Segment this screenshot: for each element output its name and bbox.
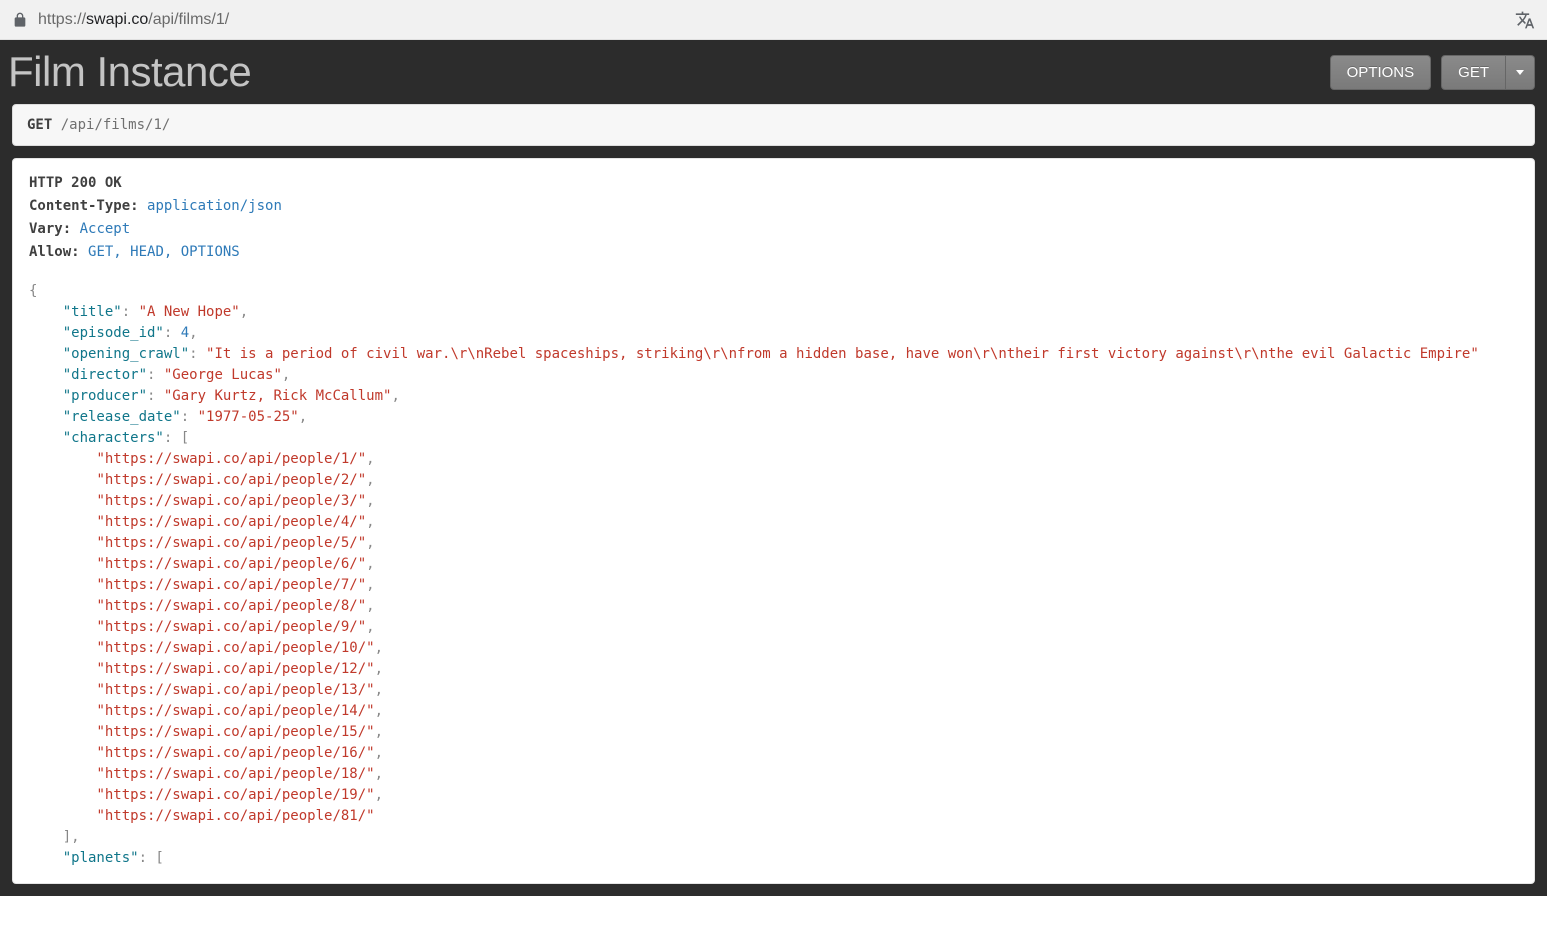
- status-line: HTTP 200 OK: [29, 173, 1518, 194]
- request-line-card: GET /api/films/1/: [12, 104, 1535, 146]
- url-path: /api/films/1/: [148, 11, 229, 28]
- browser-address-bar: https://swapi.co/api/films/1/: [0, 0, 1547, 40]
- get-button[interactable]: GET: [1441, 55, 1506, 90]
- header-allow: Allow: GET, HEAD, OPTIONS: [29, 242, 1518, 263]
- header-content-type: Content-Type: application/json: [29, 196, 1518, 217]
- json-body: { "title": "A New Hope", "episode_id": 4…: [29, 281, 1518, 869]
- get-dropdown-button[interactable]: [1506, 55, 1535, 90]
- request-method: GET: [27, 117, 52, 133]
- chevron-down-icon: [1516, 70, 1524, 75]
- translate-icon[interactable]: [1515, 10, 1535, 30]
- lock-icon: [12, 12, 28, 28]
- response-card: HTTP 200 OK Content-Type: application/js…: [12, 158, 1535, 884]
- url-prefix: https://: [38, 11, 86, 28]
- header-vary: Vary: Accept: [29, 219, 1518, 240]
- page-header: Film Instance OPTIONS GET: [0, 40, 1547, 104]
- header-buttons: OPTIONS GET: [1330, 55, 1535, 90]
- options-button[interactable]: OPTIONS: [1330, 55, 1432, 90]
- request-path: /api/films/1/: [61, 117, 171, 133]
- page-title: Film Instance: [8, 48, 251, 96]
- url-host: swapi.co: [86, 11, 148, 28]
- get-button-group: GET: [1441, 55, 1535, 90]
- url-display[interactable]: https://swapi.co/api/films/1/: [38, 11, 1505, 29]
